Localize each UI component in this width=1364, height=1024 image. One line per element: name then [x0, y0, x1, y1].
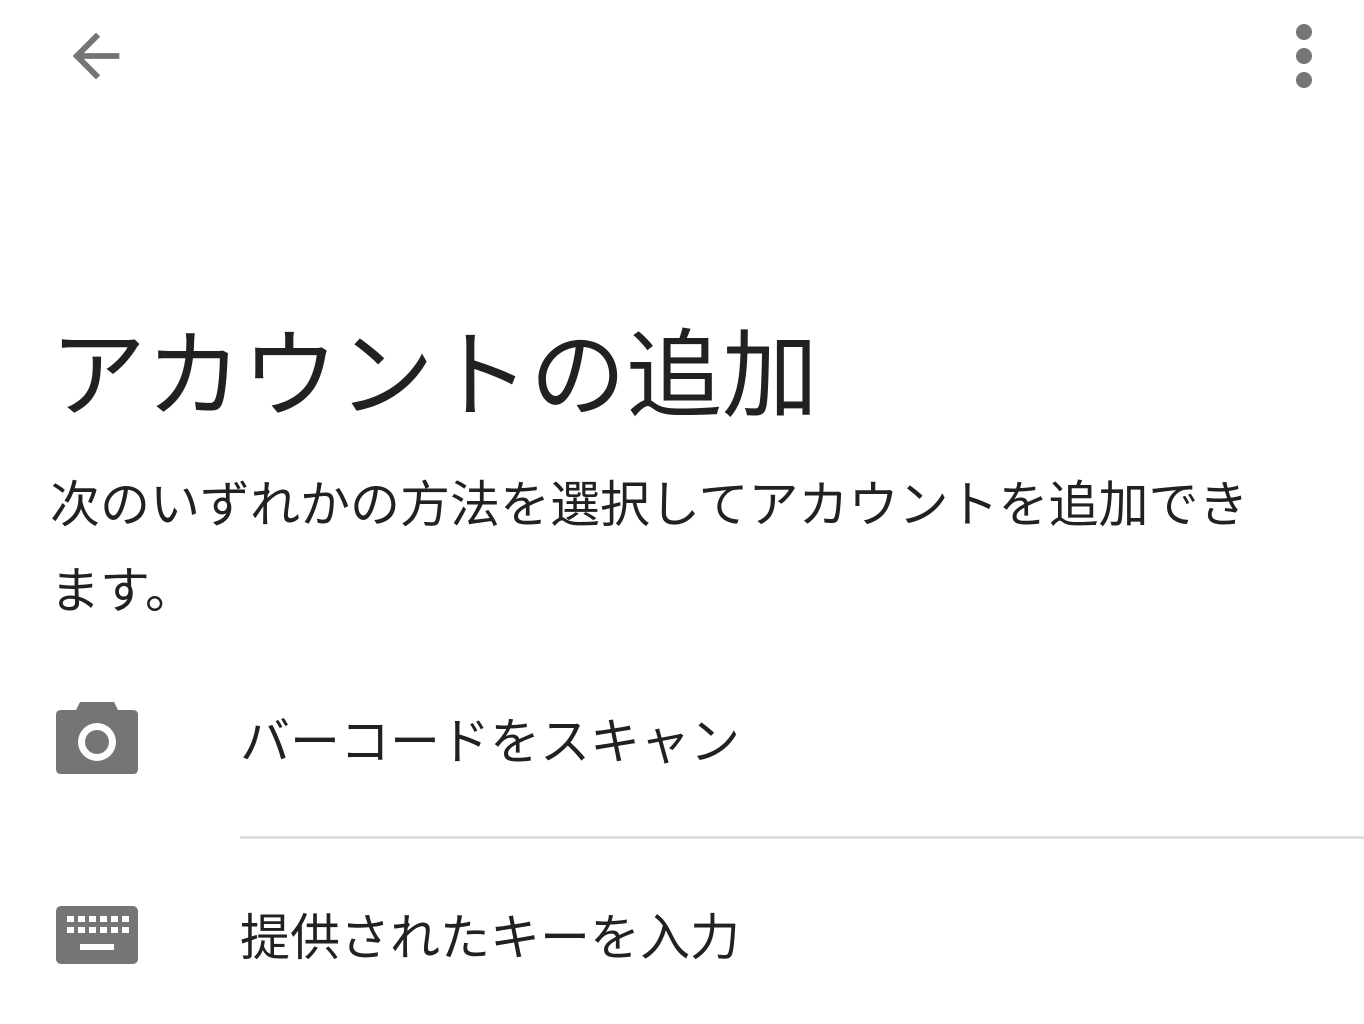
- scan-barcode-option[interactable]: バーコードをスキャン: [0, 660, 1364, 820]
- page-description: 次のいずれかの方法を選択してアカウントを追加できます。: [50, 476, 1249, 620]
- scan-barcode-label: バーコードをスキャン: [240, 713, 740, 771]
- more-options-button[interactable]: [1258, 4, 1350, 108]
- enter-key-label: 提供されたキーを入力: [240, 909, 740, 967]
- enter-key-option[interactable]: 提供されたキーを入力: [0, 858, 1364, 1018]
- camera-icon: [56, 700, 138, 774]
- page-title: アカウントの追加: [50, 320, 818, 432]
- app-bar: [0, 0, 1364, 112]
- option-divider: [240, 836, 1364, 839]
- more-vert-icon: [1296, 24, 1312, 88]
- keyboard-icon: [56, 906, 138, 964]
- add-account-screen: アカウントの追加 次のいずれかの方法を選択してアカウントを追加できます。 バーコ…: [0, 0, 1364, 1024]
- arrow-back-icon: [72, 32, 120, 80]
- back-button[interactable]: [44, 4, 148, 108]
